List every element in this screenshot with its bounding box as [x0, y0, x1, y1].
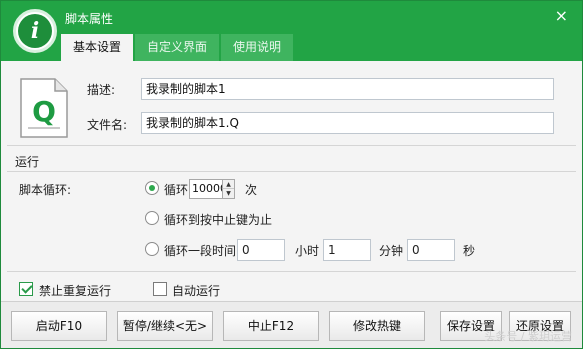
divider — [7, 145, 576, 146]
loop-count-unit: 次 — [245, 183, 258, 197]
pause-continue-button[interactable]: 暂停/继续<无> — [117, 311, 213, 341]
tab-custom-interface[interactable]: 自定义界面 — [135, 34, 220, 61]
radio-loop-until-stop[interactable] — [145, 211, 159, 225]
stop-button[interactable]: 中止F12 — [223, 311, 319, 341]
radio-loop-duration[interactable] — [145, 242, 159, 256]
watermark: 头条号 / 紫玥运营 — [484, 330, 572, 343]
divider — [7, 271, 576, 272]
file-icon-letter: Q — [32, 95, 56, 128]
filename-label: 文件名: — [87, 118, 128, 132]
basic-settings-panel: Q 描述: 我录制的脚本1 文件名: 我录制的脚本1.Q 运行 脚本循环: 循环… — [1, 61, 582, 348]
minutes-unit: 分钟 — [379, 244, 404, 258]
no-repeat-run-label: 禁止重复运行 — [39, 284, 112, 298]
seconds-unit: 秒 — [463, 244, 476, 258]
modify-hotkey-button[interactable]: 修改热键 — [329, 311, 425, 341]
script-file-icon: Q — [20, 78, 68, 138]
radio-loop-until-stop-label: 循环到按中止键为止 — [164, 213, 273, 227]
seconds-input[interactable]: 0 — [407, 239, 455, 261]
tab-basic-settings[interactable]: 基本设置 — [61, 34, 134, 61]
minutes-input[interactable]: 1 — [323, 239, 371, 261]
description-input[interactable]: 我录制的脚本1 — [141, 78, 554, 100]
filename-input[interactable]: 我录制的脚本1.Q — [141, 112, 554, 134]
radio-loop-count[interactable] — [145, 181, 159, 195]
divider — [7, 171, 576, 172]
loop-count-stepper[interactable]: 10000 ▲ ▼ — [189, 179, 235, 199]
hours-input[interactable]: 0 — [237, 239, 285, 261]
window-title: 脚本属性 — [65, 12, 114, 26]
tab-usage-instructions[interactable]: 使用说明 — [221, 34, 294, 61]
script-properties-window: i 脚本属性 × 基本设置 自定义界面 使用说明 Q 描述: 我录制的脚本1 文… — [0, 0, 583, 349]
auto-run-label: 自动运行 — [172, 284, 221, 298]
loop-count-value[interactable]: 10000 — [192, 181, 222, 197]
title-bar: i 脚本属性 × 基本设置 自定义界面 使用说明 — [1, 1, 582, 61]
run-section-title: 运行 — [15, 155, 40, 169]
stepper-down-icon[interactable]: ▼ — [222, 189, 234, 198]
tab-bar: 基本设置 自定义界面 使用说明 — [61, 34, 295, 61]
no-repeat-run-checkbox[interactable] — [19, 282, 33, 296]
stepper-up-icon[interactable]: ▲ — [222, 180, 234, 189]
radio-loop-duration-label: 循环一段时间 — [164, 244, 237, 258]
info-logo-icon: i — [13, 9, 57, 53]
close-button[interactable]: × — [555, 8, 568, 24]
description-label: 描述: — [87, 83, 116, 97]
auto-run-checkbox[interactable] — [153, 282, 167, 296]
start-button[interactable]: 启动F10 — [11, 311, 107, 341]
radio-loop-count-label: 循环 — [164, 183, 189, 197]
script-loop-label: 脚本循环: — [19, 183, 72, 197]
hours-unit: 小时 — [295, 244, 320, 258]
